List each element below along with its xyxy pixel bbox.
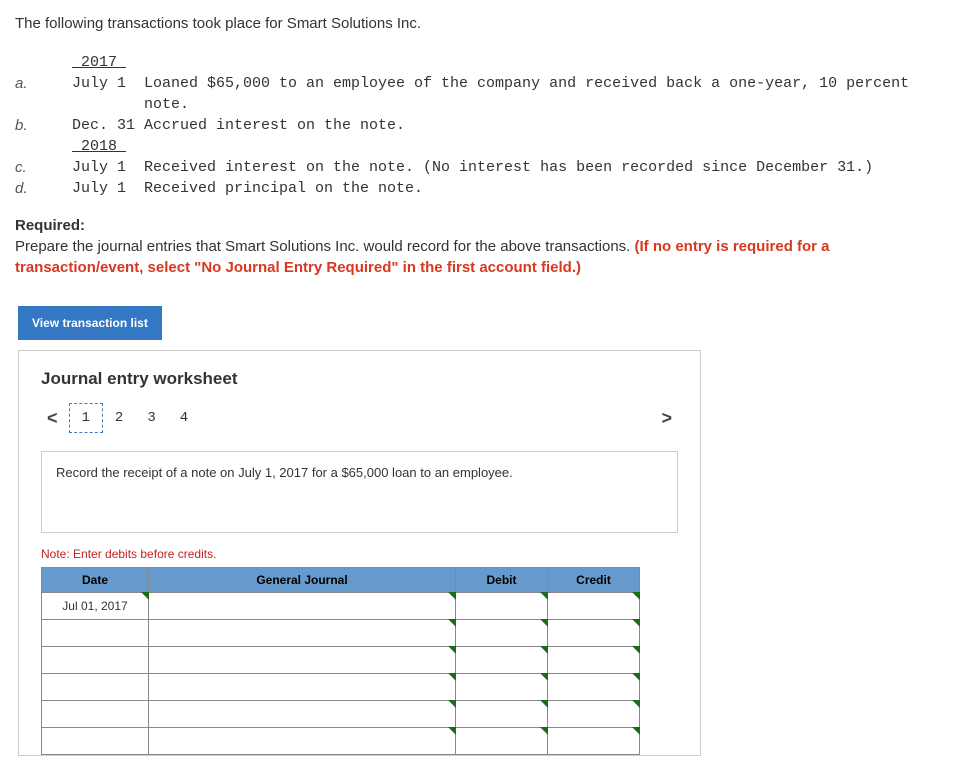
debit-cell[interactable]	[456, 647, 548, 674]
dropdown-indicator-icon	[632, 619, 640, 627]
debit-cell[interactable]	[456, 701, 548, 728]
tab-2[interactable]: 2	[103, 404, 135, 432]
date-cell[interactable]	[42, 620, 149, 647]
dropdown-indicator-icon	[632, 592, 640, 600]
dropdown-indicator-icon	[632, 700, 640, 708]
debit-cell[interactable]	[456, 674, 548, 701]
table-row: Jul 01, 2017	[42, 593, 640, 620]
debit-cell[interactable]	[456, 620, 548, 647]
year-2017: 2017	[72, 54, 126, 71]
txn-d: d. July 1 Received principal on the note…	[15, 178, 943, 199]
note-text: Note: Enter debits before credits.	[41, 547, 678, 561]
instruction-box: Record the receipt of a note on July 1, …	[41, 451, 678, 533]
table-row	[42, 620, 640, 647]
table-row	[42, 647, 640, 674]
debit-cell[interactable]	[456, 593, 548, 620]
table-row	[42, 674, 640, 701]
year-2018: 2018	[72, 138, 126, 155]
required-text: Prepare the journal entries that Smart S…	[15, 236, 943, 278]
general-journal-cell[interactable]	[149, 620, 456, 647]
date-cell[interactable]	[42, 674, 149, 701]
worksheet-title: Journal entry worksheet	[41, 369, 678, 389]
table-header-row: Date General Journal Debit Credit	[42, 568, 640, 593]
general-journal-cell[interactable]	[149, 701, 456, 728]
required-label: Required:	[15, 217, 943, 234]
tab-1[interactable]: 1	[69, 403, 103, 433]
dropdown-indicator-icon	[632, 646, 640, 654]
table-row	[42, 728, 640, 755]
general-journal-cell[interactable]	[149, 728, 456, 755]
credit-cell[interactable]	[548, 701, 640, 728]
date-cell[interactable]	[42, 647, 149, 674]
credit-cell[interactable]	[548, 674, 640, 701]
date-cell[interactable]	[42, 701, 149, 728]
txn-c: c. July 1 Received interest on the note.…	[15, 157, 943, 178]
chevron-right-icon[interactable]: >	[655, 408, 678, 429]
view-transaction-list-button[interactable]: View transaction list	[18, 306, 162, 340]
date-cell[interactable]: Jul 01, 2017	[42, 593, 149, 620]
chevron-left-icon[interactable]: <	[41, 408, 64, 429]
credit-cell[interactable]	[548, 647, 640, 674]
journal-entry-worksheet: Journal entry worksheet < 1 2 3 4 > Reco…	[18, 350, 701, 756]
general-journal-cell[interactable]	[149, 647, 456, 674]
dropdown-indicator-icon	[632, 727, 640, 735]
general-journal-cell[interactable]	[149, 593, 456, 620]
credit-cell[interactable]	[548, 728, 640, 755]
dropdown-indicator-icon	[632, 673, 640, 681]
intro-text: The following transactions took place fo…	[15, 15, 943, 32]
tab-3[interactable]: 3	[135, 404, 167, 432]
credit-cell[interactable]	[548, 620, 640, 647]
txn-b: b. Dec. 31 Accrued interest on the note.	[15, 115, 943, 136]
header-debit: Debit	[456, 568, 548, 593]
debit-cell[interactable]	[456, 728, 548, 755]
header-general-journal: General Journal	[149, 568, 456, 593]
header-date: Date	[42, 568, 149, 593]
table-row	[42, 701, 640, 728]
credit-cell[interactable]	[548, 593, 640, 620]
date-cell[interactable]	[42, 728, 149, 755]
tab-4[interactable]: 4	[168, 404, 200, 432]
transaction-list: 2017 a. July 1 Loaned $65,000 to an empl…	[15, 52, 943, 199]
journal-table: Date General Journal Debit Credit Jul 01…	[41, 567, 640, 755]
txn-a: a. July 1 Loaned $65,000 to an employee …	[15, 73, 943, 115]
tab-row: < 1 2 3 4 >	[41, 403, 678, 433]
header-credit: Credit	[548, 568, 640, 593]
general-journal-cell[interactable]	[149, 674, 456, 701]
